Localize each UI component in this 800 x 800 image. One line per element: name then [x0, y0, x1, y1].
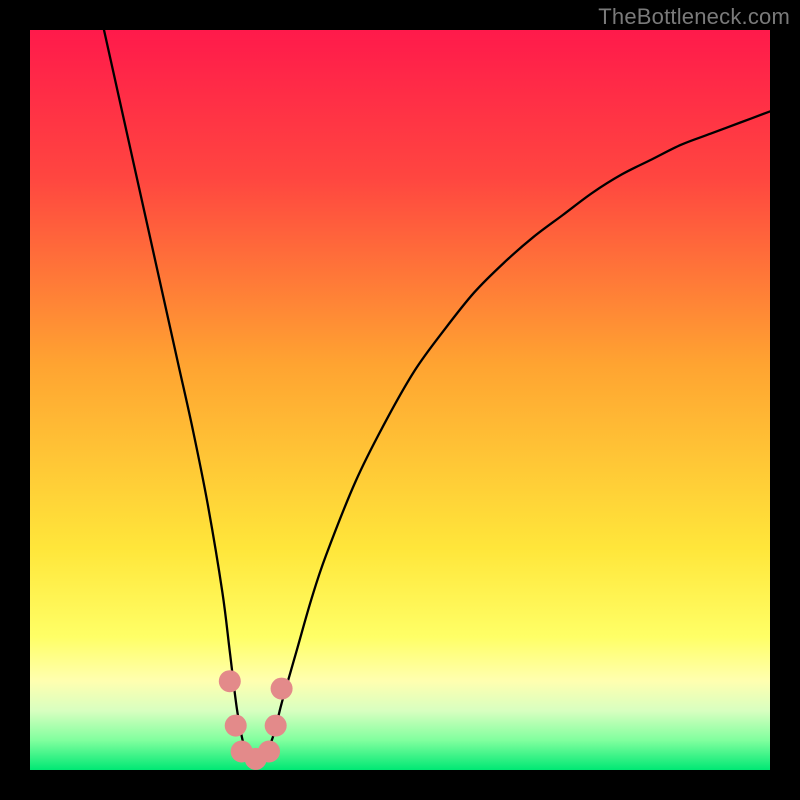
highlight-point — [225, 715, 247, 737]
highlight-point — [265, 715, 287, 737]
highlight-point — [271, 678, 293, 700]
highlight-point — [258, 741, 280, 763]
gradient-background — [30, 30, 770, 770]
bottleneck-chart — [30, 30, 770, 770]
chart-frame — [30, 30, 770, 770]
attribution-text: TheBottleneck.com — [598, 4, 790, 30]
highlight-point — [219, 670, 241, 692]
